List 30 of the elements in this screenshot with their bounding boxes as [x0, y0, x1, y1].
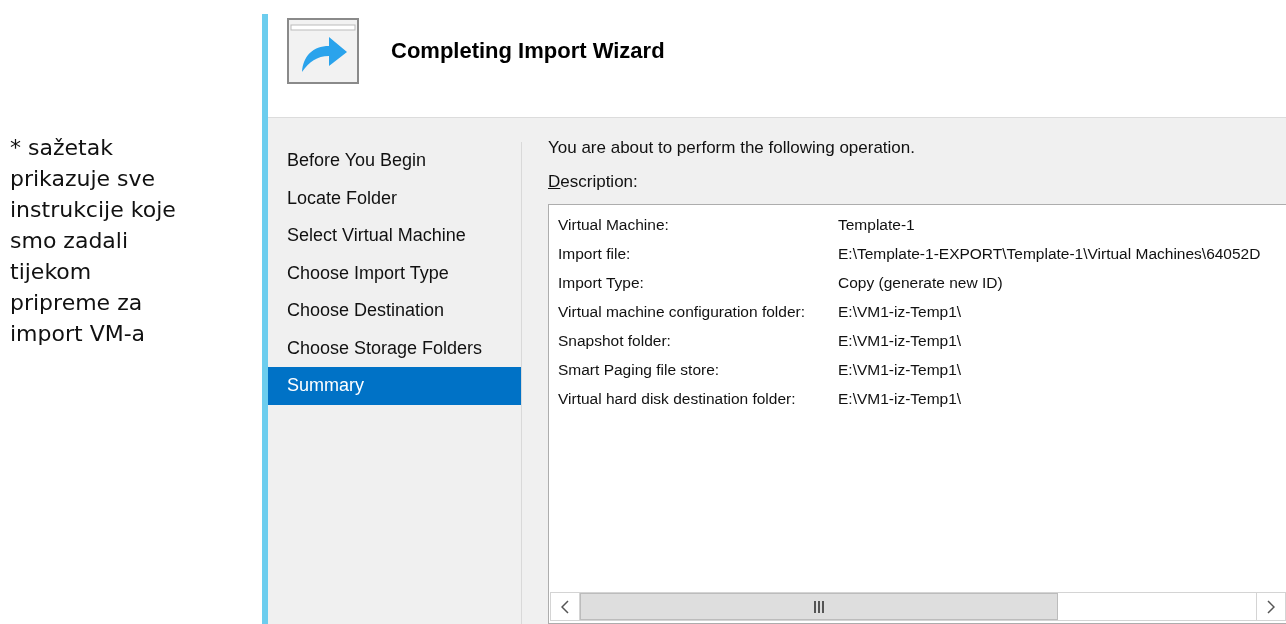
chevron-right-icon[interactable]	[1267, 599, 1275, 614]
step-item[interactable]: Summary	[268, 367, 521, 405]
property-value: E:\VM1-iz-Temp1\	[838, 389, 963, 409]
property-value: E:\Template-1-EXPORT\Template-1\Virtual Machines\64052D	[838, 244, 1262, 264]
step-item[interactable]: Choose Import Type	[268, 254, 521, 292]
property-value: E:\VM1-iz-Temp1\	[838, 331, 963, 351]
horizontal-scrollbar[interactable]	[550, 592, 1286, 621]
property-name: Virtual hard disk destination folder:	[558, 389, 797, 409]
grip-icon	[813, 600, 825, 613]
property-name: Import file:	[558, 244, 632, 264]
property-value: Copy (generate new ID)	[838, 273, 1004, 293]
property-value: Template-1	[838, 215, 916, 235]
step-item[interactable]: Choose Storage Folders	[268, 329, 521, 367]
step-item[interactable]: Choose Destination	[268, 292, 521, 330]
property-name: Virtual machine configuration folder:	[558, 302, 806, 322]
property-name: Virtual Machine:	[558, 215, 670, 235]
scrollbar-thumb[interactable]	[580, 593, 1058, 620]
property-name: Import Type:	[558, 273, 645, 293]
step-item[interactable]: Select Virtual Machine	[268, 217, 521, 255]
property-value: E:\VM1-iz-Temp1\	[838, 302, 963, 322]
property-name: Snapshot folder:	[558, 331, 672, 351]
step-item[interactable]: Locate Folder	[268, 179, 521, 217]
step-item[interactable]: Before You Begin	[268, 142, 521, 180]
description-label: Description:	[548, 171, 639, 193]
window-title: Completing Import Wizard	[391, 37, 665, 64]
property-name: Smart Paging file store:	[558, 360, 721, 380]
intro-text: You are about to perform the following operation.	[548, 137, 916, 159]
annotation-note: * sažetak prikazuje sve instrukcije koje smo zadali tijekom pripreme za import VM-a	[10, 134, 177, 348]
chevron-left-icon[interactable]	[561, 599, 569, 614]
property-value: E:\VM1-iz-Temp1\	[838, 360, 963, 380]
